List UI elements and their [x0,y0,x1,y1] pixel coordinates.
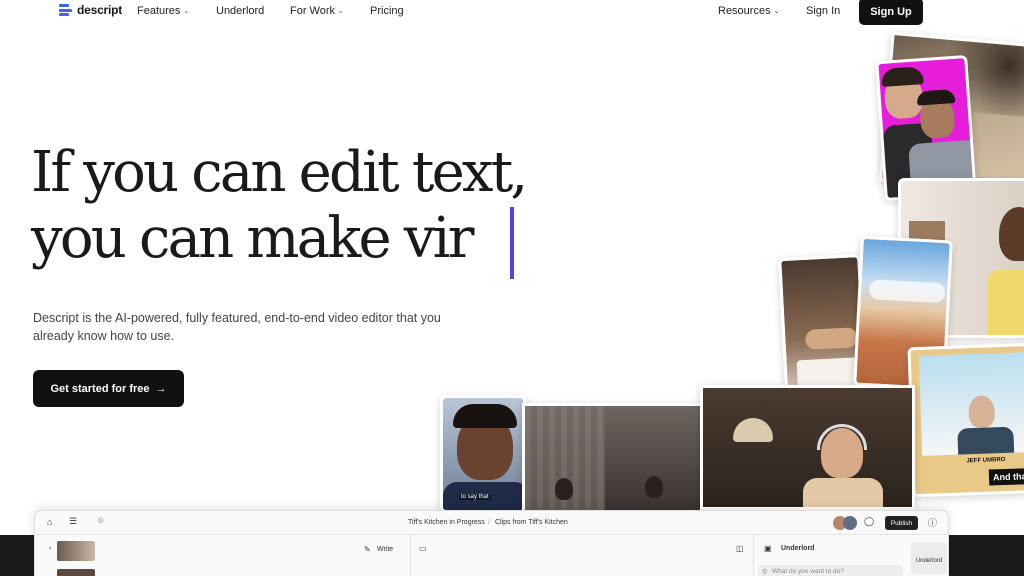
get-started-button[interactable]: Get started for free → [33,370,184,407]
descript-logo-icon [59,3,72,17]
clip-thumbnail[interactable] [57,541,95,561]
avatar[interactable] [843,516,857,530]
chevron-down-icon: ⌄ [773,8,780,15]
search-placeholder: What do you want to do? [772,568,844,575]
caption-name: JEFF UMBRO [966,456,1006,465]
write-label[interactable]: Write [377,546,393,553]
pencil-icon: ✎ [364,545,371,554]
arrow-right-icon: → [155,382,167,395]
underlord-button[interactable]: Underlord [911,542,947,574]
headline-line-1: If you can edit text, [31,140,528,205]
aspect-ratio-icon[interactable]: ▭ [419,544,427,553]
collage-band-room [522,403,704,513]
page: descript Features ⌄ Underlord For Work ⌄… [0,0,1024,576]
headline-line-2: you can make vir [31,206,475,271]
nav-pricing-label: Pricing [370,5,404,17]
descript-logo[interactable]: descript [59,3,122,17]
help-icon[interactable]: ⓘ [928,516,937,529]
underlord-panel-title: Underlord [781,545,815,552]
typing-caret [510,207,514,279]
top-nav: descript Features ⌄ Underlord For Work ⌄… [0,0,1024,25]
nav-for-work[interactable]: For Work ⌄ [290,5,344,17]
collage-young-man: to say that [440,395,526,513]
sign-up-button[interactable]: Sign Up [859,0,923,25]
editor-app-preview: ⌂ ☰ ⚙ Tiff's Kitchen in Progress / Clips… [34,510,949,576]
robot-icon: ▣ [764,544,772,553]
nav-resources-label: Resources [718,5,771,17]
chevron-down-icon: ⌄ [338,8,344,15]
collage-jeff-umbro: JEFF UMBRO And tha [907,342,1024,498]
sign-in-link[interactable]: Sign In [806,5,840,17]
chevron-left-icon[interactable]: ‹ [49,545,51,552]
chevron-down-icon: ⌄ [183,8,190,15]
clip-thumbnail[interactable] [57,569,95,576]
panel-divider [410,535,411,576]
underlord-search-input[interactable]: What do you want to do? [758,565,903,576]
nav-pricing[interactable]: Pricing [370,5,404,17]
gear-icon[interactable]: ⚙ [97,516,104,525]
collage-podcast-woman [700,385,915,510]
menu-icon[interactable]: ☰ [69,516,77,527]
nav-underlord[interactable]: Underlord [216,5,264,17]
nav-features[interactable]: Features ⌄ [137,5,189,17]
subtitle-caption: to say that [459,494,491,500]
publish-button[interactable]: Publish [885,516,918,530]
panel-divider [753,535,754,576]
editor-toolbar: ⌂ ☰ ⚙ Tiff's Kitchen in Progress / Clips… [35,511,948,535]
sign-in-label: Sign In [806,5,841,17]
nav-for-work-label: For Work [290,5,336,17]
hero-headline: If you can edit text, you can make vir [31,140,528,272]
logo-text: descript [77,3,123,17]
cta-label: Get started for free [50,382,150,395]
breadcrumb-separator: / [488,519,490,526]
breadcrumb-clip[interactable]: Clips from Tiff's Kitchen [495,519,568,526]
panel-toggle-icon[interactable]: ◫ [736,544,744,553]
nav-resources[interactable]: Resources ⌄ [718,5,779,17]
breadcrumb-project[interactable]: Tiff's Kitchen in Progress [408,519,485,526]
comment-icon[interactable]: ◯ [864,516,874,527]
nav-underlord-label: Underlord [216,5,265,17]
search-icon: ⚲ [762,569,768,576]
home-icon[interactable]: ⌂ [47,517,52,527]
hero-subtext: Descript is the AI-powered, fully featur… [33,311,441,343]
nav-features-label: Features [137,5,181,17]
caption-text: And tha [992,471,1024,483]
